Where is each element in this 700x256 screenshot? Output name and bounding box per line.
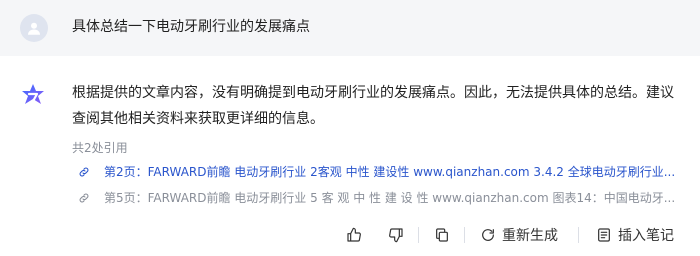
ai-assistant-logo-icon	[18, 82, 48, 112]
thumbs-down-icon	[389, 228, 403, 243]
citation-text: 第5页：FARWARD前瞻 电动牙刷行业 5 客 观 中 性 建 设 性 www…	[104, 191, 676, 205]
regenerate-button[interactable]: 重新生成	[480, 222, 558, 248]
user-question-row: 具体总结一下电动牙刷行业的发展痛点	[0, 0, 700, 56]
citation-count-label: 共2处引用	[72, 141, 128, 155]
citation-link-2[interactable]: 第5页：FARWARD前瞻 电动牙刷行业 5 客 观 中 性 建 设 性 www…	[78, 188, 684, 208]
refresh-icon	[482, 229, 494, 241]
thumbs-up-icon	[347, 227, 361, 242]
action-divider	[578, 227, 579, 243]
user-question-text: 具体总结一下电动牙刷行业的发展痛点	[72, 19, 310, 35]
copy-button[interactable]	[434, 222, 450, 248]
action-divider	[464, 227, 465, 243]
note-icon	[598, 228, 610, 242]
like-button[interactable]	[346, 222, 362, 248]
regenerate-label: 重新生成	[502, 228, 558, 244]
dislike-button[interactable]	[388, 222, 404, 248]
citation-link-1[interactable]: 第2页：FARWARD前瞻 电动牙刷行业 2客观 中性 建设性 www.qian…	[78, 162, 684, 182]
link-icon	[79, 167, 89, 177]
link-icon	[79, 193, 89, 203]
insert-note-button[interactable]: 插入笔记	[596, 222, 674, 248]
copy-icon	[436, 228, 448, 242]
answer-action-bar: 重新生成 插入笔记	[0, 218, 700, 252]
insert-note-label: 插入笔记	[618, 228, 674, 244]
action-divider	[418, 227, 419, 243]
assistant-answer-text: 根据提供的文章内容，没有明确提到电动牙刷行业的发展痛点。因此，无法提供具体的总结…	[72, 85, 674, 127]
user-icon	[20, 14, 48, 42]
citation-text: 第2页：FARWARD前瞻 电动牙刷行业 2客观 中性 建设性 www.qian…	[104, 165, 676, 179]
